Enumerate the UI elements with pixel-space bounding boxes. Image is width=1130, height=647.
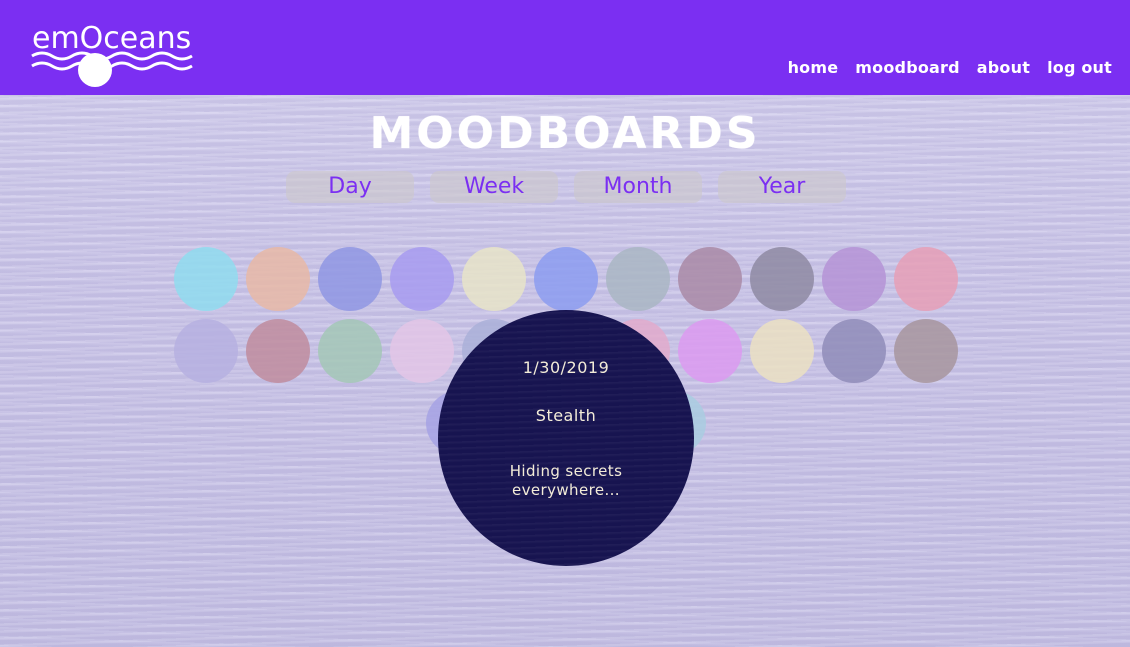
nav-log-out[interactable]: log out	[1047, 58, 1112, 77]
popup-date: 1/30/2019	[522, 358, 610, 377]
mood-circle[interactable]	[822, 319, 886, 383]
mood-detail-popup[interactable]: 1/30/2019 Stealth Hiding secrets everywh…	[438, 310, 694, 566]
main-nav: home moodboard about log out	[788, 58, 1112, 77]
emoceans-logo[interactable]: emOceans	[30, 10, 195, 90]
mood-circle[interactable]	[894, 319, 958, 383]
page-title: MOODBOARDS	[369, 108, 761, 159]
mood-circle[interactable]	[750, 319, 814, 383]
tab-week[interactable]: Week	[430, 171, 558, 203]
nav-about[interactable]: about	[977, 58, 1030, 77]
mood-circle[interactable]	[174, 247, 238, 311]
mood-circle[interactable]	[822, 247, 886, 311]
mood-circle[interactable]	[246, 319, 310, 383]
mood-circle[interactable]	[462, 247, 526, 311]
mood-circle[interactable]	[678, 247, 742, 311]
mood-circle[interactable]	[894, 247, 958, 311]
tab-year[interactable]: Year	[718, 171, 846, 203]
mood-circle[interactable]	[246, 247, 310, 311]
logo-wordmark: emOceans	[32, 21, 191, 56]
mood-circle[interactable]	[390, 247, 454, 311]
tab-month[interactable]: Month	[574, 171, 702, 203]
mood-circle[interactable]	[606, 247, 670, 311]
mood-circle[interactable]	[318, 319, 382, 383]
timeframe-tabs: Day Week Month Year	[286, 171, 846, 203]
mood-circle[interactable]	[174, 319, 238, 383]
nav-moodboard[interactable]: moodboard	[855, 58, 960, 77]
mood-circle[interactable]	[750, 247, 814, 311]
nav-home[interactable]: home	[788, 58, 839, 77]
tab-day[interactable]: Day	[286, 171, 414, 203]
mood-circle[interactable]	[534, 247, 598, 311]
top-header: emOceans home moodboard about log out	[0, 0, 1130, 95]
popup-note: Hiding secrets everywhere...	[509, 462, 623, 499]
popup-mood: Stealth	[535, 406, 597, 425]
mood-circle[interactable]	[318, 247, 382, 311]
